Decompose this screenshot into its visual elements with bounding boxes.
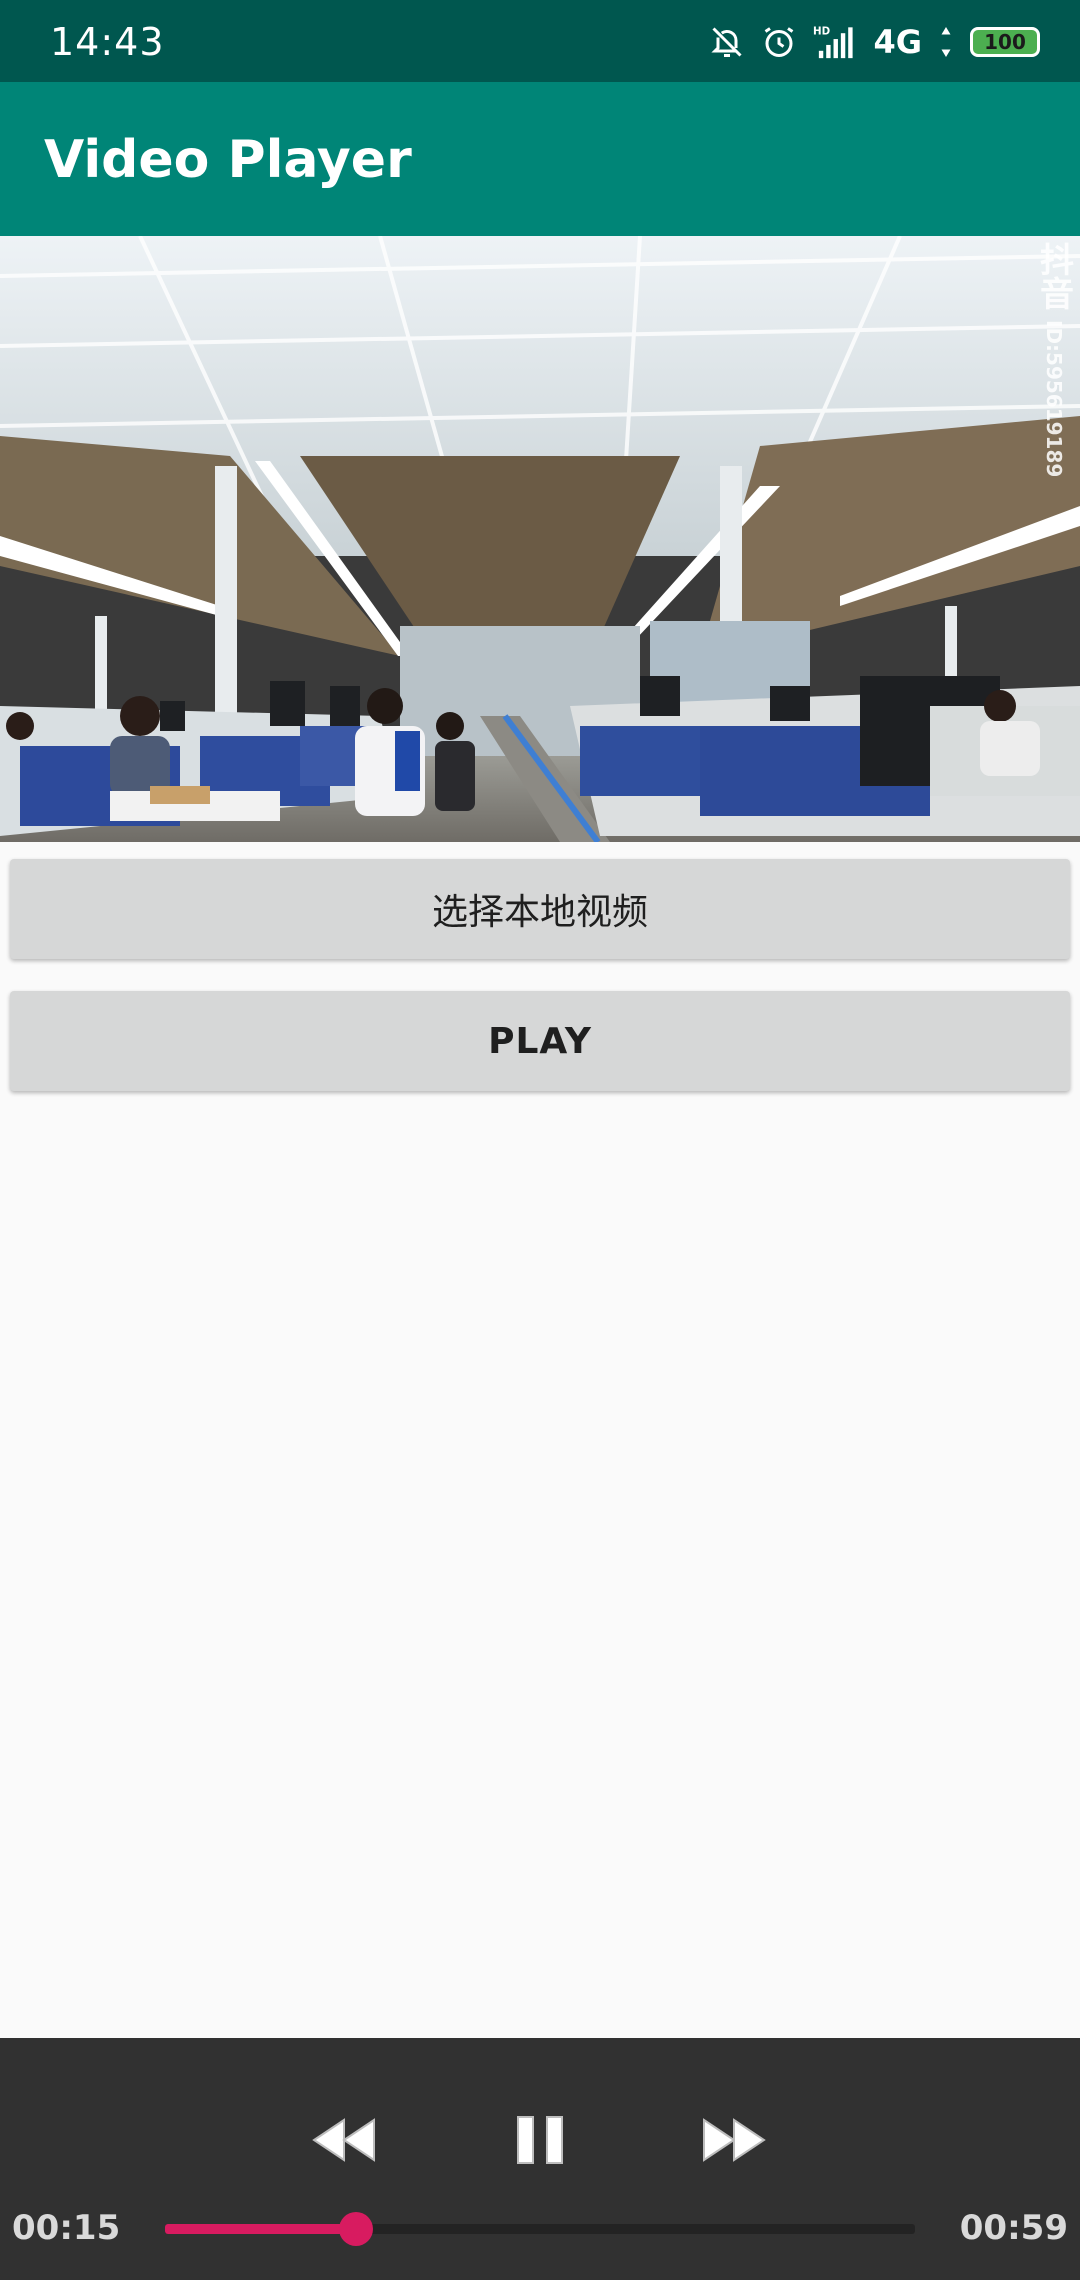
video-view[interactable]: 抖音 ID:595619189 — [0, 236, 1080, 842]
status-time: 14:43 — [50, 20, 165, 64]
status-icons: HD 4G 100 — [709, 22, 1040, 62]
rewind-icon — [311, 2117, 377, 2167]
video-frame — [0, 236, 1080, 842]
fast-forward-icon — [701, 2117, 767, 2167]
seek-progress — [165, 2224, 356, 2234]
svg-text:HD: HD — [813, 26, 830, 38]
fast-forward-button[interactable] — [684, 2092, 784, 2192]
network-type: 4G — [873, 23, 922, 61]
status-bar: 14:43 HD 4G 100 — [0, 0, 1080, 82]
seek-bar[interactable] — [165, 2212, 915, 2246]
play-button[interactable]: PLAY — [10, 991, 1070, 1091]
pause-button[interactable] — [490, 2092, 590, 2192]
notifications-off-icon — [709, 24, 745, 60]
battery-indicator: 100 — [970, 27, 1040, 57]
watermark-logo: 抖音 — [1033, 242, 1074, 310]
page-title: Video Player — [44, 130, 412, 190]
media-controller: 00:15 00:59 — [0, 2038, 1080, 2280]
watermark-id: ID:595619189 — [1042, 320, 1066, 478]
app-bar: Video Player — [0, 82, 1080, 236]
total-time: 00:59 — [959, 2208, 1068, 2248]
video-watermark: 抖音 ID:595619189 — [1034, 242, 1074, 622]
data-arrows-icon — [938, 24, 954, 60]
rewind-button[interactable] — [294, 2092, 394, 2192]
select-local-video-button[interactable]: 选择本地视频 — [10, 859, 1070, 959]
pause-icon — [515, 2114, 565, 2170]
current-time: 00:15 — [12, 2208, 121, 2248]
signal-hd-icon: HD — [813, 24, 857, 60]
seek-thumb[interactable] — [338, 2212, 373, 2246]
alarm-icon — [761, 24, 797, 60]
